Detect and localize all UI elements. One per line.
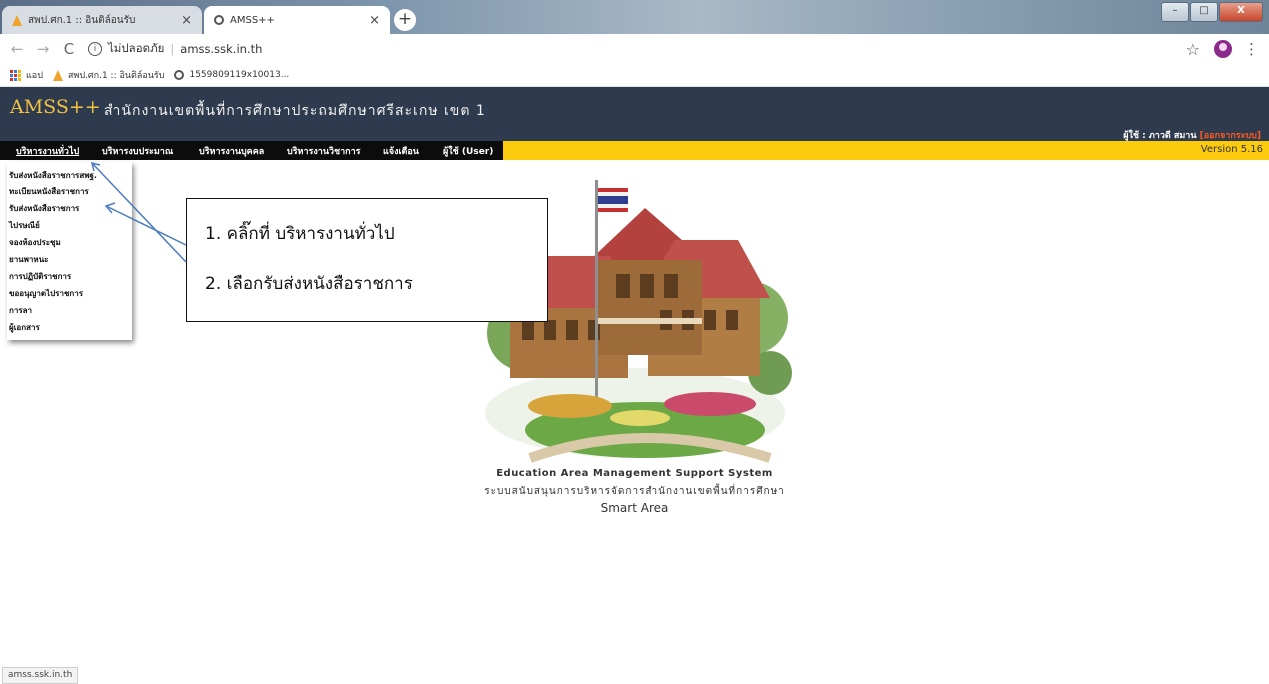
site-logo[interactable]: AMSS++ [10, 96, 101, 118]
globe-icon [214, 15, 224, 25]
instruction-callout: 1. คลิ๊กที่ บริหารงานทั่วไป 2. เลือกรับส… [186, 198, 548, 322]
dropdown-item-travel-permit[interactable]: ขออนุญาตไปราชการ [9, 287, 83, 300]
address-bar[interactable]: i ไม่ปลอดภัย | amss.ssk.in.th [88, 40, 262, 58]
menu-notifications[interactable]: แจ้งเตือน [383, 144, 419, 158]
dropdown-item-post[interactable]: ไปรษณีย์ [9, 219, 40, 232]
dropdown-item-obec-doc[interactable]: รับส่งหนังสือราชการสพฐ. [9, 169, 97, 182]
tab-intro[interactable]: สพป.ศก.1 :: อินติล์อนรับ × [2, 6, 202, 34]
logout-link[interactable]: [ออกจากระบบ] [1200, 131, 1261, 141]
info-icon[interactable]: i [88, 42, 102, 56]
menu-academic[interactable]: บริหารงานวิชาการ [287, 144, 361, 158]
security-label: ไม่ปลอดภัย [108, 41, 165, 55]
instruction-step-1: 1. คลิ๊กที่ บริหารงานทั่วไป [205, 224, 395, 244]
bookmarks-bar: แอป สพป.ศก.1 :: อินติล์อนรับ 1559809119x… [0, 64, 1269, 87]
bookmark-label: 1559809119x10013... [189, 70, 290, 80]
divider: | [170, 42, 175, 56]
tagline-english: Education Area Management Support System [496, 468, 773, 479]
org-name: สำนักงานเขตพื้นที่การศึกษาประถมศึกษาศรีส… [104, 103, 486, 119]
status-bar-url: amss.ssk.in.th [2, 667, 79, 684]
dropdown-item-vehicles[interactable]: ยานพาหนะ [9, 253, 48, 266]
tab-label: สพป.ศก.1 :: อินติล์อนรับ [28, 14, 136, 26]
tab-amss[interactable]: AMSS++ × [204, 6, 390, 34]
menu-items-background: บริหารงานทั่วไป บริหารงบประมาณ บริหารงาน… [0, 141, 503, 160]
bookmark-label: แอป [26, 71, 43, 81]
menu-user[interactable]: ผู้ใช้ (User) [443, 144, 493, 158]
tagline-smart-area: Smart Area [600, 501, 669, 515]
bookmark-apps[interactable]: แอป [10, 68, 43, 82]
star-icon[interactable]: ☆ [1186, 40, 1200, 59]
globe-icon [174, 70, 185, 80]
dropdown-item-duty[interactable]: การปฏิบัติราชการ [9, 270, 71, 283]
browser-toolbar: ← → C i ไม่ปลอดภัย | amss.ssk.in.th ☆ ⋮ [0, 34, 1269, 64]
user-info: ผู้ใช้ : ภาวดี สมาน [ออกจากระบบ] [1123, 128, 1261, 142]
close-icon[interactable]: × [181, 13, 192, 28]
new-tab-button[interactable]: + [394, 9, 416, 31]
bookmark-link[interactable]: 1559809119x10013... [174, 70, 289, 80]
cone-icon [52, 69, 63, 81]
kebab-menu-icon[interactable]: ⋮ [1244, 40, 1259, 58]
bookmark-label: สพป.ศก.1 :: อินติล์อนรับ [67, 71, 165, 81]
forward-button[interactable]: → [32, 40, 54, 58]
main-menu-bar: บริหารงานทั่วไป บริหารงบประมาณ บริหารงาน… [0, 141, 1269, 160]
tab-label: AMSS++ [230, 14, 275, 26]
profile-icon[interactable] [1214, 40, 1232, 58]
menu-personnel[interactable]: บริหารงานบุคคล [199, 144, 264, 158]
close-icon[interactable]: × [369, 13, 380, 28]
toolbar-right: ☆ ⋮ [1186, 34, 1259, 64]
menu-general-admin[interactable]: บริหารงานทั่วไป [16, 144, 79, 158]
dropdown-item-leave[interactable]: การลา [9, 304, 32, 317]
url-text[interactable]: amss.ssk.in.th [180, 42, 262, 56]
close-window-button[interactable]: X [1219, 2, 1263, 22]
minimize-button[interactable]: – [1161, 2, 1189, 22]
instruction-step-2: 2. เลือกรับส่งหนังสือราชการ [205, 274, 413, 294]
version-label: Version 5.16 [1200, 144, 1263, 155]
maximize-button[interactable]: □ [1190, 2, 1218, 22]
window-controls: – □ X [1160, 2, 1263, 22]
user-label: ผู้ใช้ : ภาวดี สมาน [1123, 131, 1197, 141]
dropdown-item-documents[interactable]: ผู้เอกสาร [9, 321, 40, 334]
menu-budget[interactable]: บริหารงบประมาณ [102, 144, 173, 158]
bookmark-intro[interactable]: สพป.ศก.1 :: อินติล์อนรับ [52, 68, 165, 82]
reload-button[interactable]: C [58, 40, 80, 58]
apps-grid-icon [10, 69, 21, 81]
cone-icon [12, 14, 22, 26]
browser-titlebar: สพป.ศก.1 :: อินติล์อนรับ × AMSS++ × + – … [0, 0, 1269, 34]
tagline-thai: ระบบสนับสนุนการบริหารจัดการสำนักงานเขตพื… [484, 486, 785, 497]
site-header: AMSS++ สำนักงานเขตพื้นที่การศึกษาประถมศึ… [0, 87, 1269, 141]
back-button[interactable]: ← [6, 40, 28, 58]
general-admin-dropdown: รับส่งหนังสือราชการสพฐ. ทะเบียนหนังสือรา… [7, 162, 132, 340]
dropdown-item-doc-register[interactable]: ทะเบียนหนังสือราชการ [9, 185, 89, 198]
dropdown-item-meeting-room[interactable]: จองห้องประชุม [9, 236, 61, 249]
dropdown-item-doc-exchange[interactable]: รับส่งหนังสือราชการ [9, 202, 79, 215]
